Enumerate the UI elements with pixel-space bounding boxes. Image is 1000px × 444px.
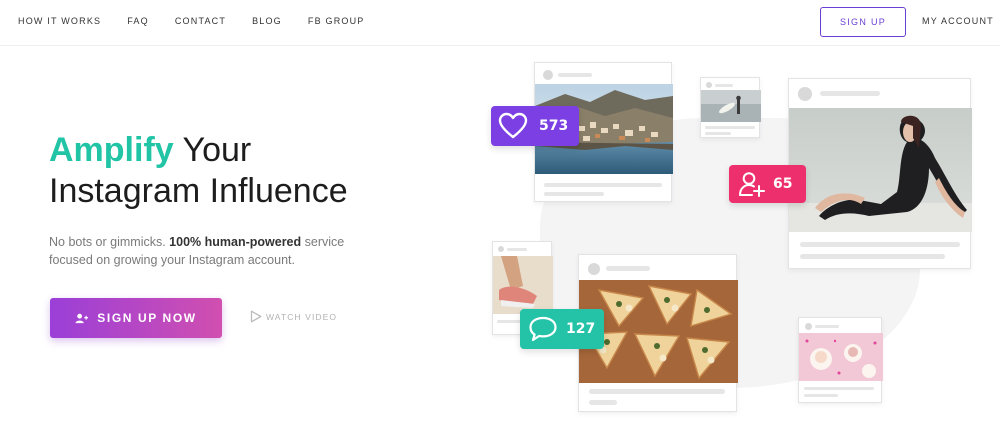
- post-image-dessert: [799, 333, 883, 381]
- add-user-icon: [739, 172, 765, 197]
- hero-sub-part1: No bots or gimmicks.: [49, 235, 170, 249]
- avatar: [543, 70, 553, 80]
- nav-fb-group[interactable]: FB GROUP: [308, 16, 365, 26]
- comments-count: 127: [566, 321, 596, 337]
- nav-faq[interactable]: FAQ: [127, 16, 149, 26]
- followers-badge: 65: [729, 165, 806, 203]
- post-image-surfer: [701, 90, 761, 122]
- post-image-model: [789, 108, 972, 232]
- watch-video-label: WATCH VIDEO: [266, 311, 338, 322]
- hero-subtext: No bots or gimmicks. 100% human-powered …: [49, 233, 379, 269]
- post-card-model: [788, 78, 972, 269]
- nav-blog[interactable]: BLOG: [252, 16, 282, 26]
- watch-video-link[interactable]: WATCH VIDEO: [250, 310, 337, 323]
- top-nav: HOW IT WORKS FAQ CONTACT BLOG FB GROUP S…: [0, 0, 1000, 46]
- comments-badge: 127: [520, 309, 604, 349]
- nav-signup-button[interactable]: SIGN UP: [820, 7, 906, 37]
- avatar: [588, 263, 600, 275]
- likes-count: 573: [539, 118, 569, 134]
- sign-up-now-button[interactable]: SIGN UP NOW: [50, 298, 222, 338]
- heart-icon: [498, 112, 528, 139]
- followers-count: 65: [773, 176, 793, 192]
- sign-up-now-label: SIGN UP NOW: [97, 311, 197, 325]
- hero-sub-bold: 100% human-powered: [169, 235, 302, 249]
- post-image-runner: [493, 256, 553, 314]
- nav-my-account[interactable]: MY ACCOUNT: [922, 16, 994, 26]
- nav-contact[interactable]: CONTACT: [175, 16, 226, 26]
- nav-links: HOW IT WORKS FAQ CONTACT BLOG FB GROUP: [18, 16, 391, 26]
- post-card-dessert: [798, 317, 883, 403]
- hero-title: Amplify Your Instagram Influence: [49, 130, 348, 212]
- nav-how-it-works[interactable]: HOW IT WORKS: [18, 16, 101, 26]
- likes-badge: 573: [491, 106, 579, 146]
- hero-title-line2: Instagram Influence: [49, 172, 348, 210]
- user-plus-icon: [75, 313, 89, 323]
- hero-title-accent: Amplify: [49, 131, 174, 169]
- avatar: [798, 87, 812, 101]
- speech-bubble-icon: [529, 316, 557, 342]
- post-card-surfer: [700, 77, 761, 138]
- hero-title-rest: Your: [182, 131, 252, 169]
- play-icon: [250, 310, 262, 323]
